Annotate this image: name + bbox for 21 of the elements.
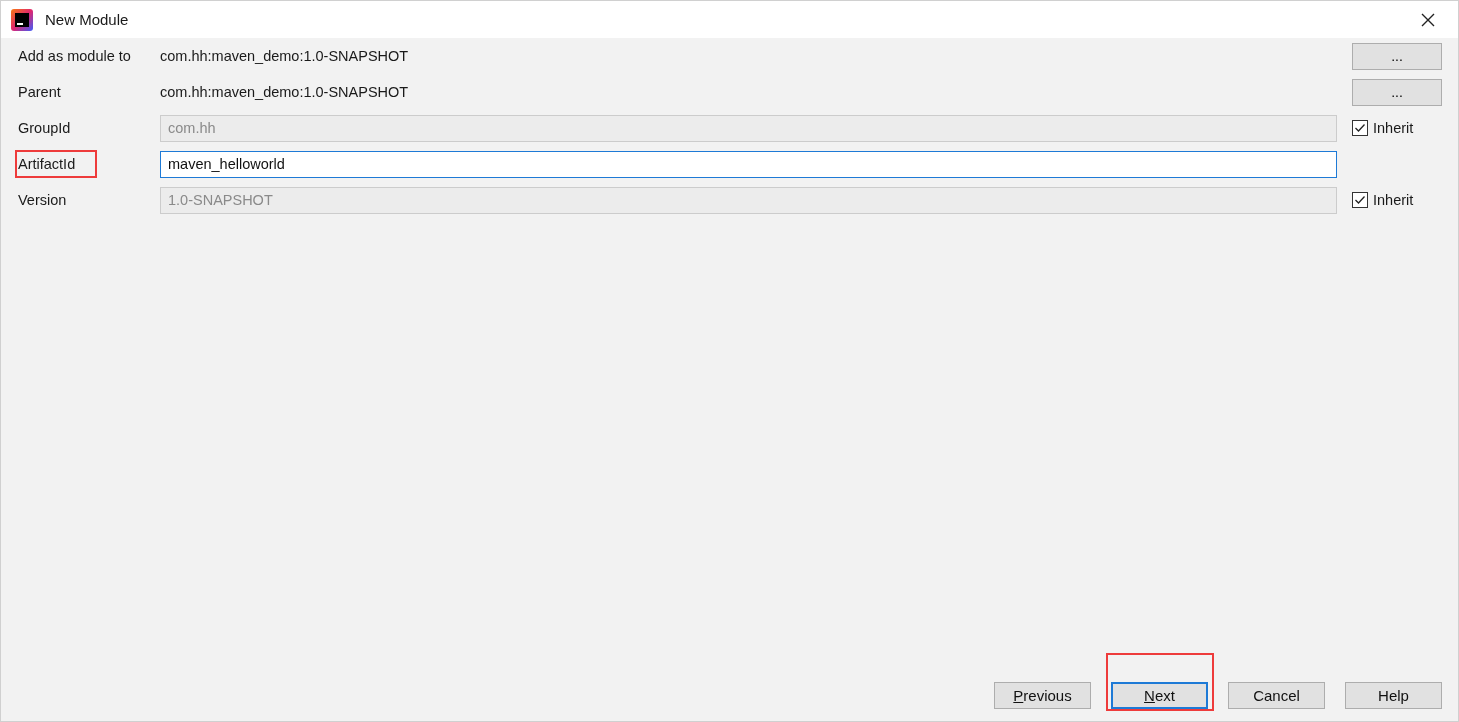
- dialog-button[interactable]: Next: [1111, 682, 1208, 709]
- checkbox-label: Inherit: [1373, 192, 1414, 208]
- browse-button[interactable]: ...: [1352, 42, 1442, 70]
- dialog-button[interactable]: Cancel: [1228, 682, 1325, 709]
- field-label: Version: [17, 191, 68, 210]
- close-icon: [1420, 11, 1436, 28]
- field-label: GroupId: [17, 119, 72, 138]
- value-text: com.hh:maven_demo:1.0-SNAPSHOT: [160, 84, 410, 100]
- dialog-button[interactable]: Help: [1345, 682, 1442, 709]
- field-label: Add as module to: [17, 47, 132, 66]
- value-text: com.hh:maven_demo:1.0-SNAPSHOT: [160, 48, 410, 64]
- input-field[interactable]: maven_helloworld: [160, 150, 1337, 178]
- checkbox-label: Inherit: [1373, 120, 1414, 136]
- window-title: New Module: [45, 11, 130, 28]
- browse-button[interactable]: ...: [1352, 78, 1442, 106]
- dialog-button[interactable]: Previous: [994, 682, 1091, 709]
- field-label: ArtifactId: [15, 150, 98, 178]
- check-icon: [1354, 194, 1366, 206]
- check-icon: [1354, 122, 1366, 134]
- field-label: Parent: [17, 83, 62, 102]
- app-logo-icon: [11, 8, 33, 31]
